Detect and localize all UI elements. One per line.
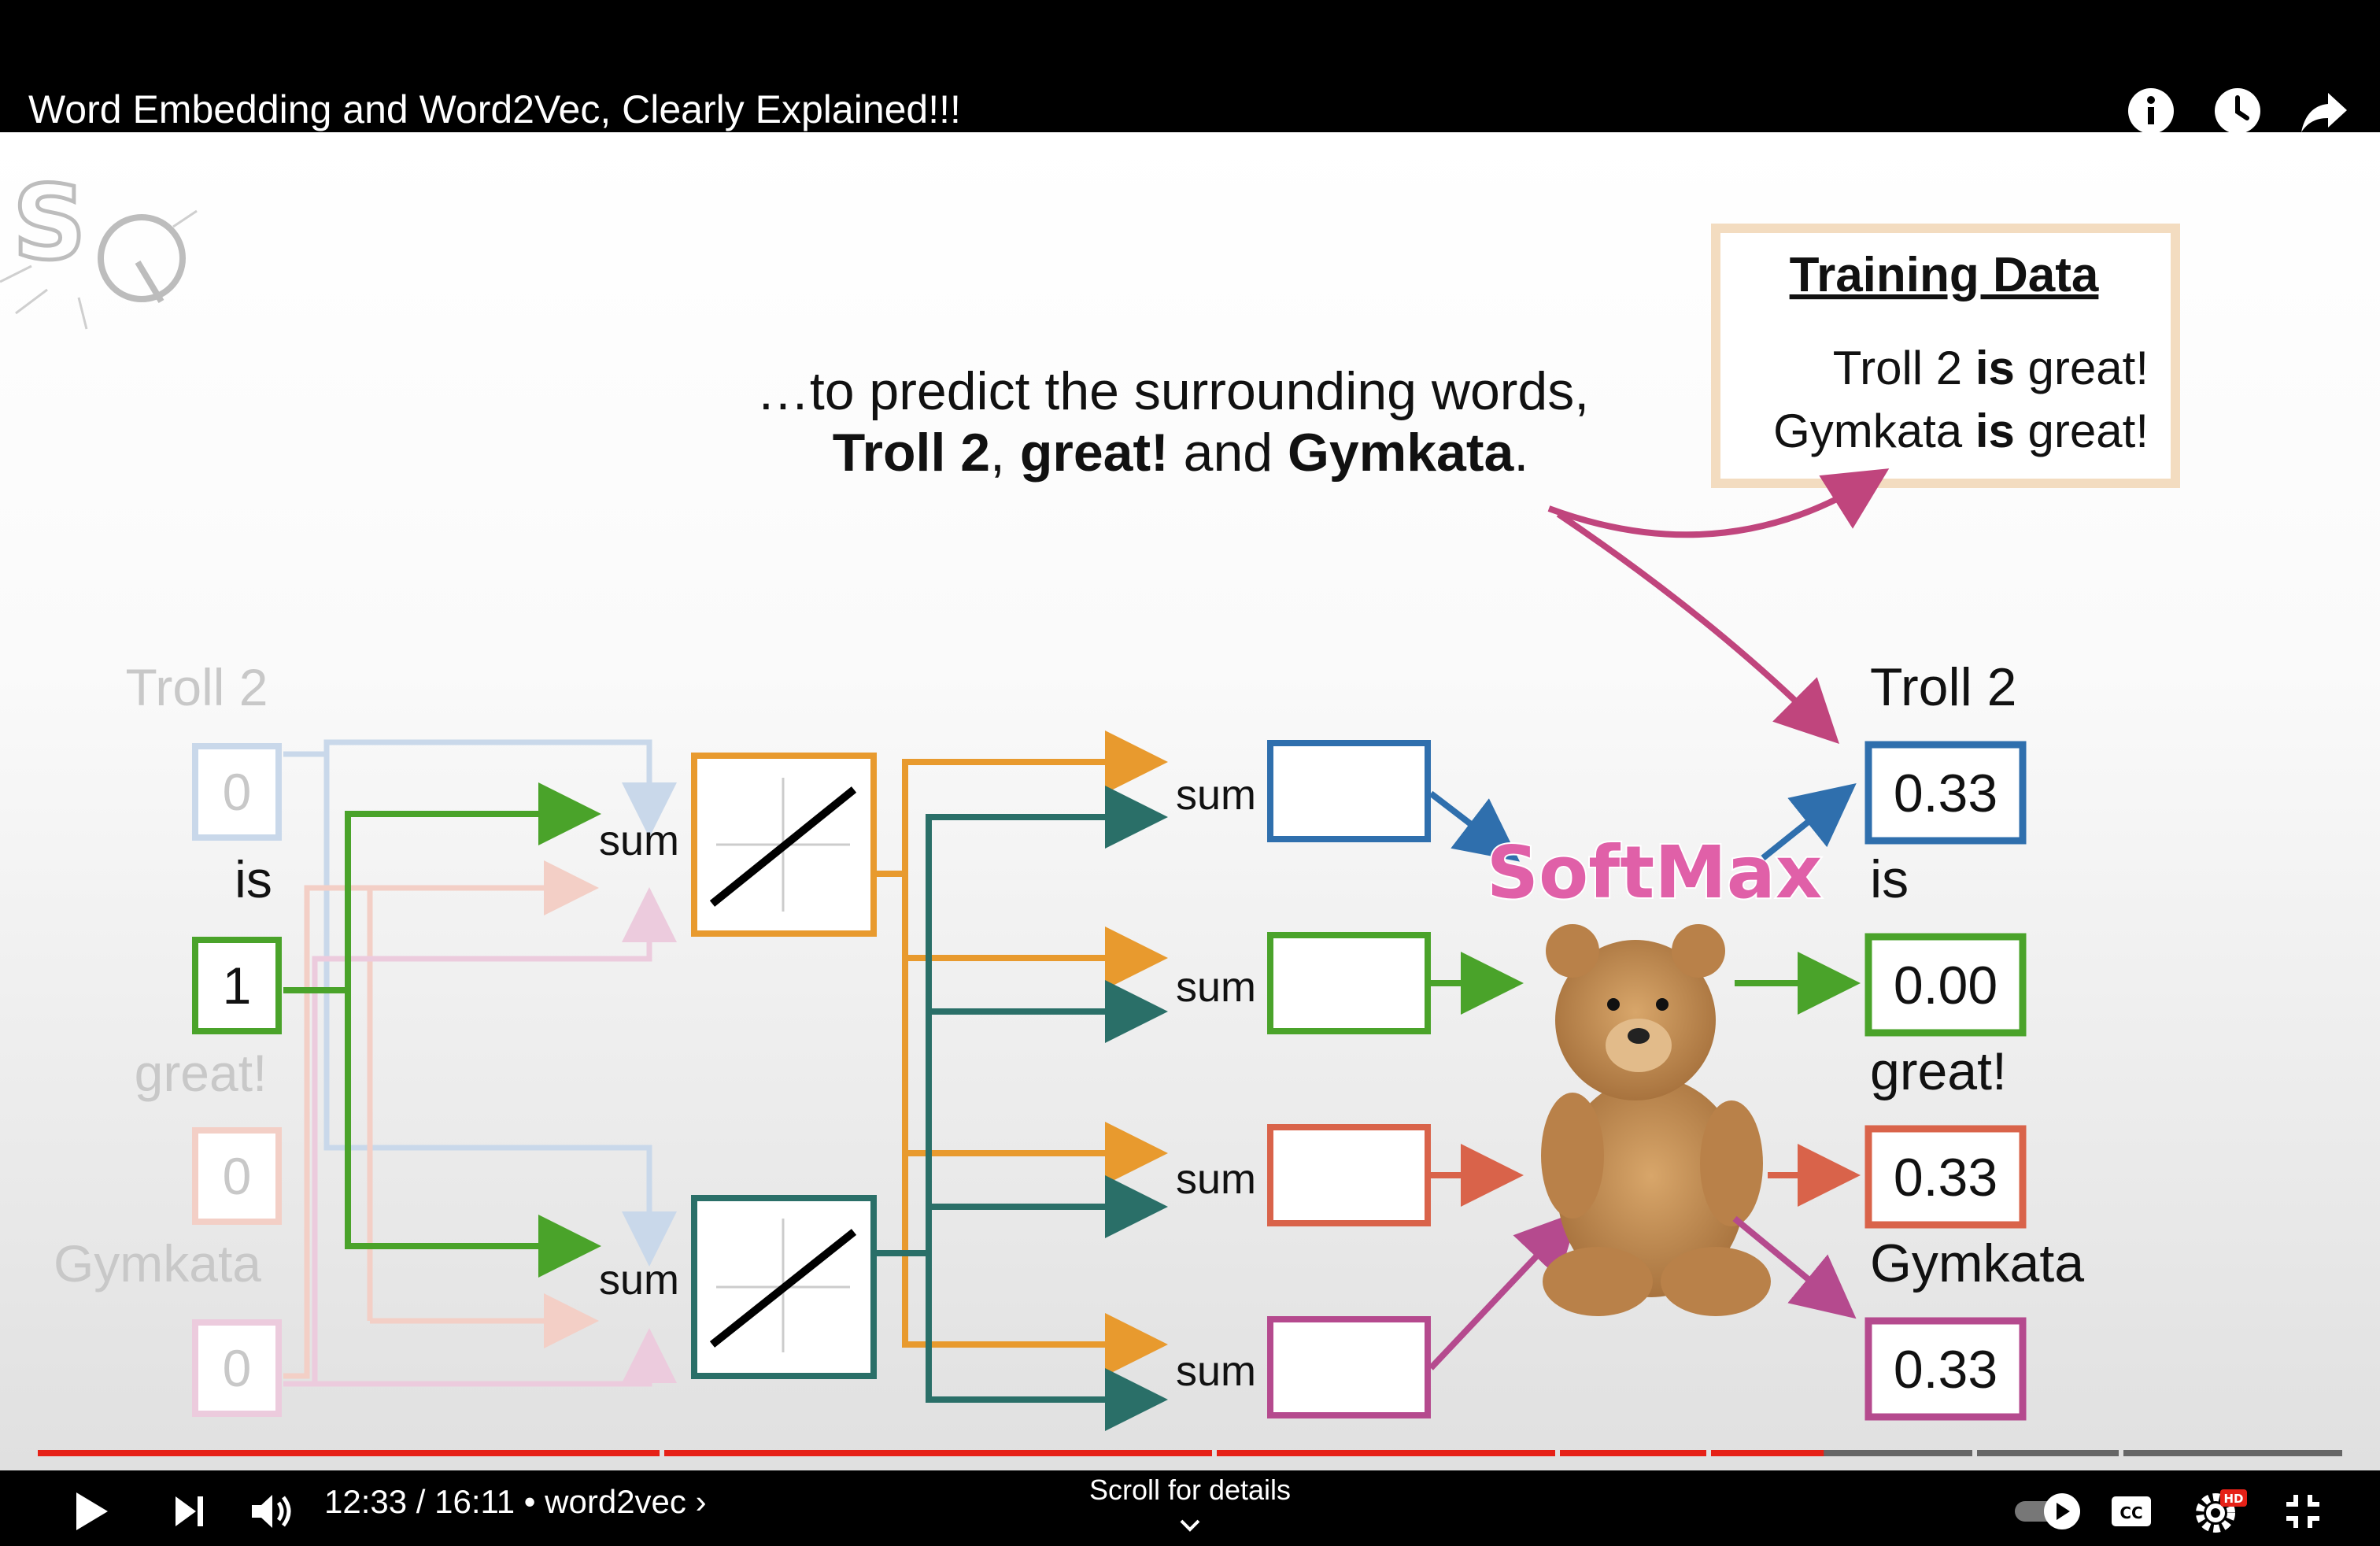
top-actions <box>2127 87 2349 135</box>
faded-input-connections <box>283 739 677 1387</box>
output-word-troll2: Troll 2 <box>1870 657 2016 717</box>
slide-diagram: S …to predict the surrounding words, Tro… <box>0 161 2180 1431</box>
training-line-1-c: great! <box>2015 342 2149 394</box>
output-sum-label-2: sum <box>1176 963 1256 1011</box>
caption-line-2: Troll 2, great! and Gymkata. <box>833 423 1528 483</box>
output-value-troll2: 0.33 <box>1894 764 1998 823</box>
volume-icon[interactable] <box>246 1486 296 1537</box>
output-word-is: is <box>1870 849 1909 909</box>
hidden-sum-label-2: sum <box>599 1256 679 1304</box>
input-word-is: is <box>235 850 272 908</box>
input-value-is: 1 <box>223 956 252 1015</box>
progress-played-segment-3 <box>1217 1450 1555 1456</box>
exit-fullscreen-icon[interactable] <box>2278 1486 2328 1537</box>
cc-label: CC <box>2119 1503 2142 1522</box>
training-line-1-b: is <box>1975 342 2015 394</box>
caption-sep-3: . <box>1513 423 1528 483</box>
output-word-great: great! <box>1870 1041 2007 1101</box>
input-word-gymkata: Gymkata <box>54 1234 261 1293</box>
activation-node-1 <box>691 753 877 937</box>
training-line-2-c: great! <box>2015 405 2149 457</box>
output-sum-box-4 <box>1267 1316 1431 1418</box>
scroll-for-details[interactable]: Scroll for details <box>1089 1474 1291 1540</box>
output-word-gymkata: Gymkata <box>1870 1233 2084 1293</box>
hidden-to-output-connections <box>874 730 1168 1431</box>
caption-sep-1: , <box>990 423 1020 483</box>
input-value-gymkata: 0 <box>223 1339 252 1397</box>
time-display: 12:33 / 16:11 • word2vec › <box>324 1483 707 1521</box>
caption-word-great: great! <box>1020 423 1169 483</box>
video-title[interactable]: Word Embedding and Word2Vec, Clearly Exp… <box>28 87 961 132</box>
input-word-troll2: Troll 2 <box>126 658 268 716</box>
progress-bar[interactable] <box>0 1447 2380 1458</box>
info-icon[interactable] <box>2127 87 2175 135</box>
svg-text:S: S <box>13 163 87 283</box>
caption-to-output-arrow <box>1556 511 1839 744</box>
input-word-great: great! <box>135 1044 268 1102</box>
caption-word-troll2: Troll 2 <box>833 423 990 483</box>
progress-played-segment-5 <box>1711 1450 1824 1456</box>
output-value-great: 0.33 <box>1894 1148 1998 1208</box>
caption-line-1: …to predict the surrounding words, <box>756 361 1589 421</box>
share-icon[interactable] <box>2300 87 2349 135</box>
output-sum-box-1 <box>1267 740 1431 842</box>
cc-icon[interactable]: CC <box>2106 1486 2156 1537</box>
clock-icon[interactable] <box>2213 87 2262 135</box>
input-value-troll2: 0 <box>223 763 252 821</box>
progress-played-segment-4 <box>1560 1450 1706 1456</box>
caption-word-gymkata: Gymkata <box>1288 423 1514 483</box>
progress-played-segment-1 <box>38 1450 660 1456</box>
output-sum-box-2 <box>1267 932 1431 1034</box>
time-current-total: 12:33 / 16:11 <box>324 1483 516 1520</box>
output-sum-box-3 <box>1267 1124 1431 1226</box>
output-sum-label-3: sum <box>1176 1156 1256 1203</box>
training-line-2-b: is <box>1975 405 2015 457</box>
statquest-logo: S <box>0 161 198 330</box>
output-value-is: 0.00 <box>1894 956 1998 1015</box>
softmax-label: SoftMax <box>1487 830 1822 915</box>
training-line-2: Gymkata is great! <box>1773 405 2149 457</box>
autoplay-toggle[interactable] <box>2009 1486 2087 1537</box>
video-frame[interactable]: S …to predict the surrounding words, Tro… <box>0 132 2380 1470</box>
output-value-gymkata: 0.33 <box>1894 1340 1998 1400</box>
next-icon[interactable] <box>164 1486 214 1537</box>
training-line-1-a: Troll 2 <box>1833 342 1975 394</box>
play-icon[interactable] <box>66 1486 116 1537</box>
training-line-2-a: Gymkata <box>1773 405 1975 457</box>
scroll-hint-label: Scroll for details <box>1088 1474 1292 1506</box>
output-sum-label-1: sum <box>1176 771 1256 819</box>
output-sum-label-4: sum <box>1176 1348 1256 1395</box>
caption-sep-2: and <box>1169 423 1288 483</box>
output-nodes: Troll 2 0.33 is 0.00 great! 0.33 Gymkata… <box>1864 657 2084 1421</box>
training-data-title: Training Data <box>1790 248 2099 302</box>
video-top-bar: Word Embedding and Word2Vec, Clearly Exp… <box>0 0 2380 135</box>
gear-icon[interactable]: HD <box>2193 1486 2249 1537</box>
output-sum-nodes: sum sum sum sum <box>1176 740 1431 1418</box>
input-nodes: Troll 2 0 is 1 great! 0 Gymkata 0 <box>54 658 282 1417</box>
chapter-link[interactable]: • word2vec › <box>524 1483 707 1520</box>
hidden-sum-label-1: sum <box>599 817 679 864</box>
activation-node-2 <box>691 1195 877 1379</box>
chevron-down-icon <box>1180 1519 1200 1532</box>
progress-fill <box>38 1450 1824 1456</box>
hd-badge: HD <box>2223 1492 2243 1506</box>
training-line-1: Troll 2 is great! <box>1833 342 2149 394</box>
training-data-box: Training Data Troll 2 is great! Gymkata … <box>1711 224 2180 488</box>
progress-played-segment-2 <box>664 1450 1212 1456</box>
input-value-great: 0 <box>223 1147 252 1205</box>
